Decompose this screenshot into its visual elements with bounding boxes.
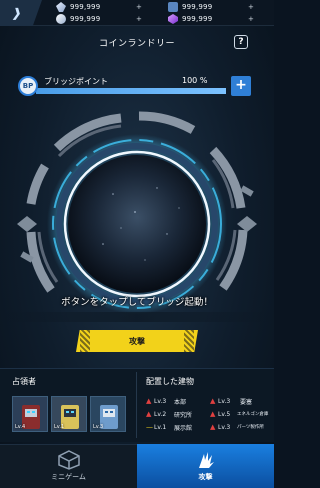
back-chevron-icon: ❱ [10,6,24,20]
gear-chip-icon [168,2,178,12]
building-row: ▲ Lv.3 要塞 [210,396,252,406]
hazard-stripe-right [184,330,194,352]
resource-plus: + [136,3,143,11]
tab-minigame-label: ミニゲーム [51,473,86,481]
bridge-progress-fill [36,88,226,94]
panel-divider [136,372,137,438]
occupant-level: Lv.3 [93,424,104,430]
bridge-point-label: ブリッジポイント [44,77,108,86]
occupant-card[interactable]: Lv.3 [90,396,126,432]
occupant-level: Lv.4 [15,424,26,430]
building-level: Lv.3 [218,423,231,431]
instruction-message: ボタンをタップしてブリッジ起動！ [61,297,213,308]
cube-icon [57,450,80,470]
level-up-arrow-icon: ▲ [146,397,152,405]
resource-value: 999,999 [182,3,213,11]
help-button[interactable]: ? [234,35,248,49]
building-level: Lv.1 [154,423,167,431]
level-up-arrow-icon: ▲ [146,410,152,418]
claw-strike-icon [198,452,214,468]
bp-badge-icon: BP [18,76,38,96]
resource-plus: + [136,15,143,23]
portal-core [68,155,206,293]
resource-value: 999,999 [70,3,101,11]
gem-icon [56,14,66,24]
bridge-point-percent: 100 % [182,76,208,85]
resource-value: 999,999 [182,15,213,23]
building-name: 展示館 [174,424,193,432]
attack-button-label: 攻撃 [129,336,145,346]
building-name: パーツ製作所 [237,425,264,430]
occupants-title: 占領者 [12,377,36,386]
tab-minigame[interactable]: ミニゲーム [0,444,137,488]
level-flat-icon: — [146,423,153,431]
level-up-arrow-icon: ▲ [210,410,216,418]
building-row: — Lv.1 展示館 [146,422,192,432]
energy-icon [168,14,178,24]
top-bar: ❱ 999,999 + 999,999 + 999,999 + 999,999 … [0,0,274,26]
building-level: Lv.3 [218,397,231,405]
building-row: ▲ Lv.3 パーツ製作所 [210,422,264,432]
bridge-add-button[interactable]: + [231,76,251,96]
level-up-arrow-icon: ▲ [210,423,216,431]
building-name: 本部 [174,398,187,406]
building-name: 研究所 [174,411,193,419]
message-shade [0,312,274,322]
building-level: Lv.2 [154,410,167,418]
resource-plus: + [248,3,255,11]
attack-button[interactable]: 攻撃 [76,330,198,352]
resource-energy[interactable]: 999,999 + [168,13,254,25]
building-row: ▲ Lv.3 本部 [146,396,186,406]
tab-attack[interactable]: 攻撃 [137,444,274,488]
occupant-card[interactable]: Lv.1 [51,396,87,432]
building-level: Lv.5 [218,410,231,418]
bridge-progress-bar [36,88,226,94]
building-level: Lv.3 [154,397,167,405]
building-row: ▲ Lv.5 エネルゴン倉庫 [210,409,268,419]
occupant-level: Lv.1 [54,424,65,430]
resource-value: 999,999 [70,15,101,23]
crystal-icon [56,2,66,12]
page-title: コインランドリー [98,39,175,49]
buildings-title: 配置した建物 [146,377,194,386]
resource-plus: + [248,15,255,23]
resource-crystal[interactable]: 999,999 + [56,1,142,13]
hazard-stripe-left [80,330,90,352]
back-button[interactable]: ❱ [0,0,42,26]
bridge-portal[interactable] [17,104,257,344]
coin-laundry-screen: ❱ 999,999 + 999,999 + 999,999 + 999,999 … [0,0,274,488]
building-row: ▲ Lv.2 研究所 [146,409,192,419]
resource-gear-chip[interactable]: 999,999 + [168,1,254,13]
resource-gem[interactable]: 999,999 + [56,13,142,25]
level-up-arrow-icon: ▲ [210,397,216,405]
building-name: 要塞 [240,398,253,406]
building-name: エネルゴン倉庫 [237,412,269,417]
tab-attack-label: 攻撃 [198,473,213,481]
occupant-card[interactable]: Lv.4 [12,396,48,432]
